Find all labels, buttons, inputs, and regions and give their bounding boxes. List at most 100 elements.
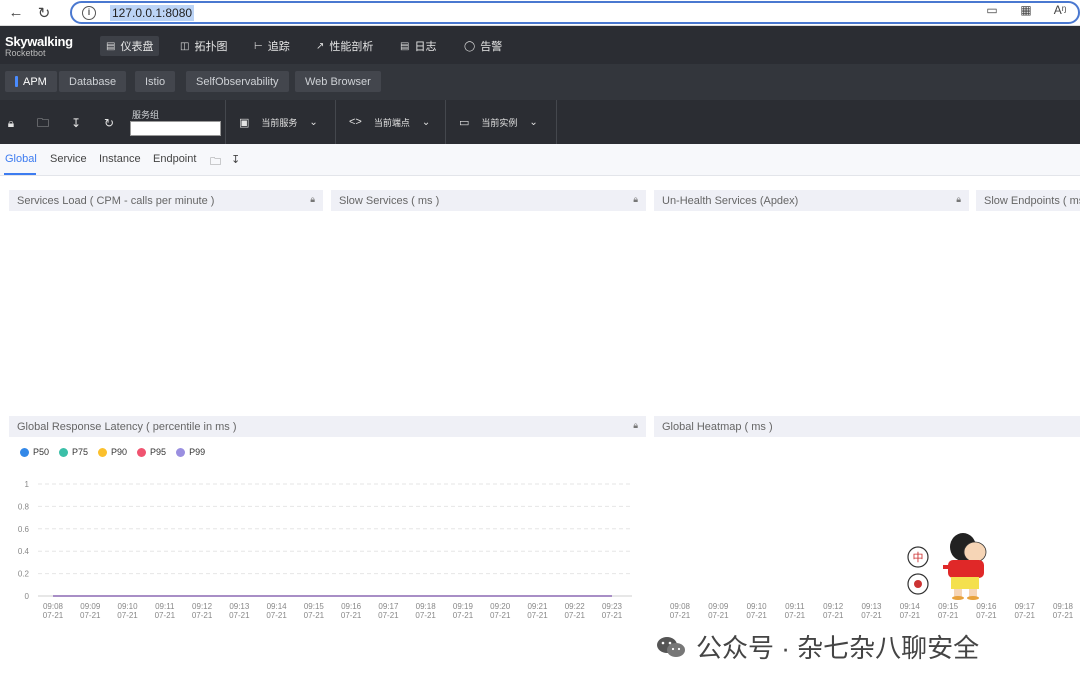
legend-label: P75	[72, 447, 89, 457]
widget-title: Services Load ( CPM - calls per minute )	[17, 194, 215, 207]
url-text[interactable]: 127.0.0.1:8080	[110, 4, 195, 21]
x-tick-date: 07-21	[43, 611, 64, 620]
info-icon[interactable]: i	[82, 5, 96, 20]
legend-dot	[176, 447, 186, 457]
current-service-select[interactable]: ▣ 当前服务 ⌄	[239, 114, 318, 130]
service-icon: ▣	[239, 116, 250, 129]
x-tick-label: 09:21	[527, 602, 548, 611]
widget-title: Global Heatmap ( ms )	[662, 420, 773, 433]
lock-icon[interactable]: 🔒︎	[310, 194, 315, 205]
lock-icon[interactable]: 🔒︎	[633, 194, 638, 205]
nav-item-profile[interactable]: ↗ 性能剖析	[310, 36, 379, 56]
legend-item-p90[interactable]: P90	[98, 447, 127, 457]
layer-tab-database[interactable]: Database	[59, 71, 127, 92]
toolbar-divider	[445, 100, 446, 144]
y-tick-label: 0.4	[18, 547, 30, 556]
download-icon[interactable]: ↧	[69, 116, 83, 130]
refresh-icon[interactable]: ↻	[102, 116, 116, 130]
layer-tab-web-browser[interactable]: Web Browser	[295, 71, 381, 92]
folder-icon[interactable]: 🗀︎	[36, 116, 50, 130]
chevron-down-icon: ⌄	[529, 116, 538, 128]
layer-tab-label: APM	[23, 75, 47, 88]
x-tick-label: 09:16	[341, 602, 362, 611]
x-tick-label: 09:19	[453, 602, 474, 611]
legend-item-p75[interactable]: P75	[59, 447, 88, 457]
reload-icon[interactable]: ↻	[32, 2, 56, 24]
x-tick-date: 07-21	[564, 611, 585, 620]
x-tick-date: 07-21	[1014, 611, 1035, 620]
x-tick-label: 09:11	[785, 602, 805, 611]
x-tick-label: 09:13	[229, 602, 250, 611]
tab-service[interactable]: Service	[50, 153, 87, 165]
folder-icon[interactable]: 🗀︎	[210, 153, 221, 172]
legend-label: P50	[33, 447, 50, 457]
x-tick-label: 09:10	[747, 602, 768, 611]
tab-instance[interactable]: Instance	[99, 153, 141, 165]
legend-item-p95[interactable]: P95	[137, 447, 166, 457]
current-instance-select[interactable]: ▭ 当前实例 ⌄	[459, 114, 538, 130]
x-tick-date: 07-21	[708, 611, 729, 620]
toolbar-divider	[556, 100, 557, 144]
profile-icon: ↗	[316, 40, 325, 52]
nav-label: 告警	[480, 41, 503, 53]
legend-label: P99	[189, 447, 206, 457]
active-indicator	[15, 76, 18, 87]
tab-global[interactable]: Global	[5, 153, 37, 165]
layer-tab-label: Web Browser	[305, 75, 371, 88]
alarm-icon: ◯	[464, 40, 476, 52]
x-tick-date: 07-21	[266, 611, 287, 620]
legend-item-p50[interactable]: P50	[20, 447, 49, 457]
layer-tab-apm[interactable]: APM	[5, 71, 57, 92]
x-tick-date: 07-21	[192, 611, 213, 620]
browser-toolbar: ← ↻ i 127.0.0.1:8080 ▭ ▦ Aᵑ	[0, 0, 1080, 26]
tab-endpoint[interactable]: Endpoint	[153, 153, 196, 165]
logo-text: Skywalking	[5, 34, 73, 49]
address-bar[interactable]: i 127.0.0.1:8080	[70, 1, 1080, 24]
nav-item-dashboard[interactable]: ▤ 仪表盘	[100, 36, 160, 56]
lock-icon[interactable]: 🔒︎	[633, 420, 638, 431]
back-arrow-icon[interactable]: ←	[4, 2, 28, 24]
layer-tab-selfobservability[interactable]: SelfObservability	[186, 71, 289, 92]
x-tick-label: 09:13	[861, 602, 882, 611]
dashboard-icon: ▤	[106, 40, 116, 52]
legend-label: P90	[111, 447, 128, 457]
nav-item-alarm[interactable]: ◯ 告警	[458, 36, 508, 56]
legend-dot	[59, 447, 69, 457]
mascot-badge-text: 中	[913, 551, 924, 564]
widget-title: Un-Health Services (Apdex)	[662, 194, 799, 207]
nav-label: 追踪	[267, 41, 290, 53]
y-tick-label: 0.2	[18, 570, 30, 579]
nav-item-topology[interactable]: ◫ 拓扑图	[174, 36, 233, 56]
x-tick-label: 09:23	[602, 602, 623, 611]
x-tick-label: 09:10	[118, 602, 139, 611]
lock-icon[interactable]: 🔒︎	[4, 116, 18, 130]
x-tick-label: 09:14	[267, 602, 288, 611]
x-tick-label: 09:09	[708, 602, 729, 611]
nav-label: 仪表盘	[120, 41, 154, 53]
legend-item-p99[interactable]: P99	[176, 447, 205, 457]
nav-item-trace[interactable]: ⊢ 追踪	[248, 36, 296, 56]
widget-response-latency-header: Global Response Latency ( percentile in …	[9, 416, 646, 437]
current-endpoint-select[interactable]: <> 当前端点 ⌄	[349, 114, 430, 130]
x-tick-date: 07-21	[938, 611, 959, 620]
x-tick-label: 09:12	[823, 602, 844, 611]
x-tick-date: 07-21	[453, 611, 474, 620]
widget-slow-endpoints-header: Slow Endpoints ( ms	[976, 190, 1080, 211]
nav-item-log[interactable]: ▤ 日志	[394, 36, 442, 56]
chevron-down-icon: ⌄	[309, 116, 318, 128]
read-aloud-icon[interactable]: Aᵑ	[1052, 3, 1068, 17]
service-group-input[interactable]	[130, 121, 221, 136]
service-group-label: 服务组	[132, 110, 160, 120]
y-tick-label: 0.8	[18, 502, 30, 511]
download-icon[interactable]: ↧	[231, 153, 240, 166]
cast-icon[interactable]: ▭	[984, 3, 1000, 17]
logo-subtext: Rocketbot	[5, 48, 46, 58]
layer-tab-istio[interactable]: Istio	[135, 71, 176, 92]
x-tick-date: 07-21	[670, 611, 691, 620]
widget-slow-services-header: Slow Services ( ms ) 🔒︎	[331, 190, 646, 211]
x-tick-label: 09:17	[1015, 602, 1036, 611]
x-tick-date: 07-21	[746, 611, 767, 620]
lock-icon[interactable]: 🔒︎	[956, 194, 961, 205]
qr-code-icon[interactable]: ▦	[1018, 3, 1034, 17]
toolbar-divider	[335, 100, 336, 144]
